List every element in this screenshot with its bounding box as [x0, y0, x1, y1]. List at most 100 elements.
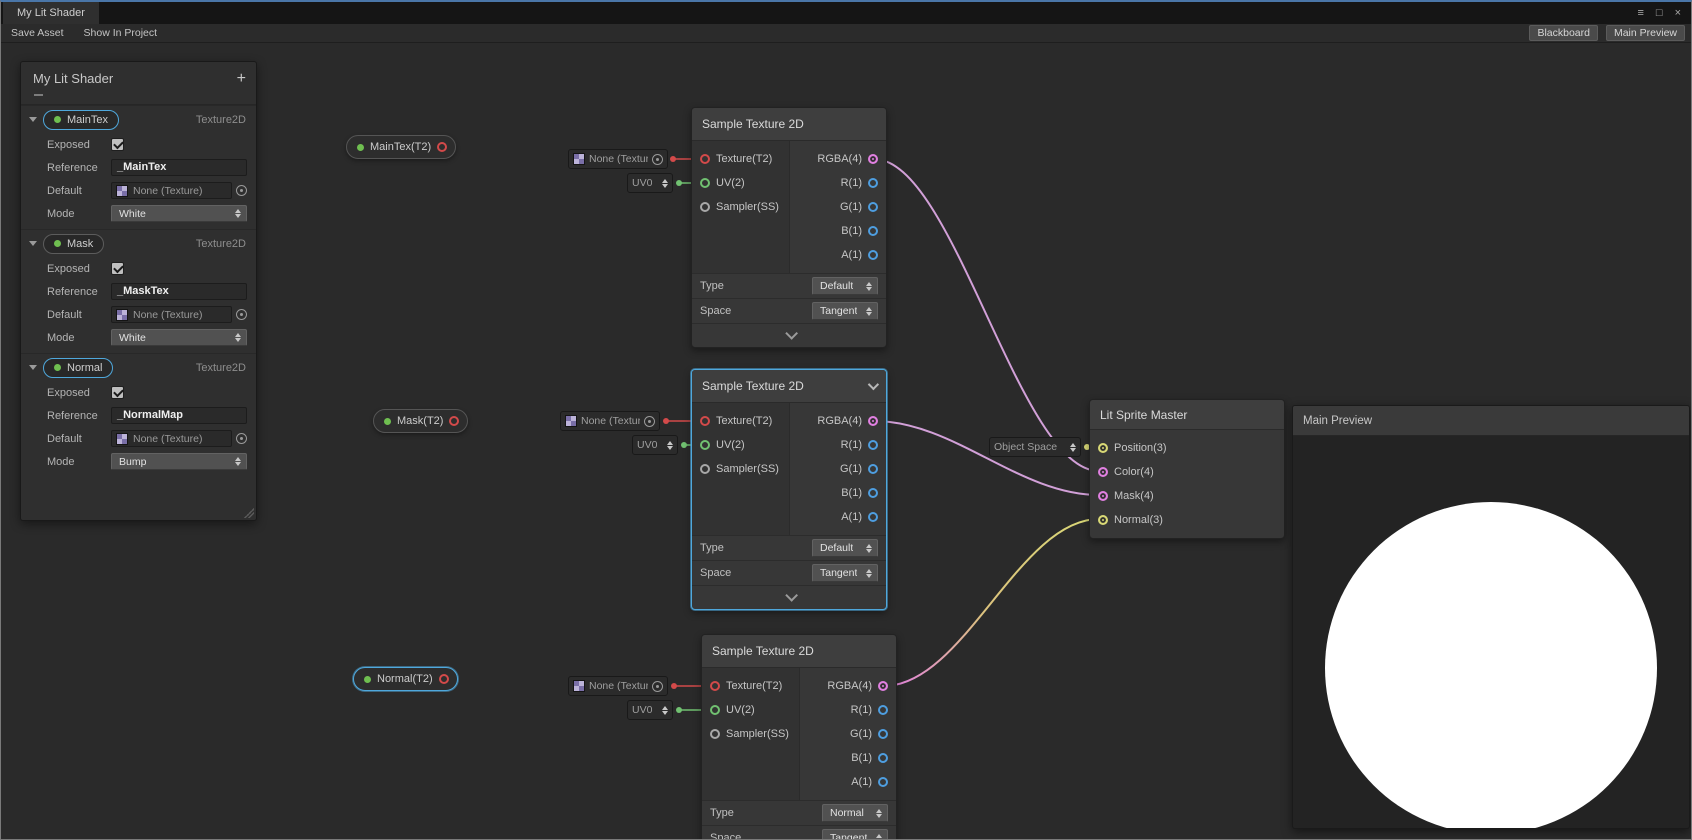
object-picker-icon[interactable] — [236, 185, 247, 196]
rgba-output-port[interactable] — [878, 681, 888, 691]
space-dropdown[interactable]: Tangent — [812, 302, 878, 320]
sampler-input-port[interactable] — [710, 729, 720, 739]
default-object-field[interactable]: None (Texture) — [111, 430, 232, 447]
object-picker-icon[interactable] — [644, 416, 655, 427]
tab-my-lit-shader[interactable]: My Lit Shader — [3, 2, 99, 24]
color-input-port[interactable] — [1098, 467, 1108, 477]
sampler-input-port[interactable] — [700, 202, 710, 212]
reference-field[interactable]: _MainTex — [111, 159, 247, 176]
main-preview-toggle-button[interactable]: Main Preview — [1606, 25, 1685, 41]
b-output-port[interactable] — [868, 488, 878, 498]
position-input-port[interactable] — [1098, 443, 1108, 453]
chevron-down-icon[interactable] — [868, 379, 879, 390]
object-picker-icon[interactable] — [236, 433, 247, 444]
r-output-port[interactable] — [868, 178, 878, 188]
exposed-checkbox[interactable] — [111, 138, 124, 151]
sample-texture-2d-node-1[interactable]: Sample Texture 2D Texture(T2) UV(2) Samp… — [691, 107, 887, 348]
property-pill-mask[interactable]: Mask — [43, 234, 104, 254]
mask-input-port[interactable] — [1098, 491, 1108, 501]
sampler-input-port[interactable] — [700, 464, 710, 474]
texture-slot-widget[interactable]: None (Texture) — [568, 149, 668, 169]
r-output-port[interactable] — [868, 440, 878, 450]
property-row[interactable]: MainTex Texture2D — [21, 106, 256, 133]
exposed-checkbox[interactable] — [111, 386, 124, 399]
uv-channel-dropdown[interactable]: UV0 — [632, 435, 678, 455]
type-dropdown[interactable]: Default — [812, 539, 878, 557]
property-row[interactable]: Normal Texture2D — [21, 354, 256, 381]
texture-input-port[interactable] — [700, 416, 710, 426]
normal-input-port[interactable] — [1098, 515, 1108, 525]
texture-input-port[interactable] — [700, 154, 710, 164]
foldout-caret-icon[interactable] — [29, 365, 37, 370]
position-space-dropdown[interactable]: Object Space — [989, 437, 1081, 457]
preview-sphere — [1325, 502, 1657, 829]
rgba-output-port[interactable] — [868, 154, 878, 164]
default-object-field[interactable]: None (Texture) — [111, 182, 232, 199]
foldout-caret-icon[interactable] — [29, 117, 37, 122]
uv-channel-dropdown[interactable]: UV0 — [627, 173, 673, 193]
save-asset-button[interactable]: Save Asset — [7, 26, 68, 40]
texture-slot-widget[interactable]: None (Texture) — [560, 411, 660, 431]
mode-label: Mode — [47, 456, 107, 468]
reference-field[interactable]: _MaskTex — [111, 283, 247, 300]
sample-texture-2d-node-3[interactable]: Sample Texture 2D Texture(T2) UV(2) Samp… — [701, 634, 897, 839]
mode-dropdown[interactable]: White — [111, 329, 247, 346]
default-object-field[interactable]: None (Texture) — [111, 306, 232, 323]
a-output-port[interactable] — [878, 777, 888, 787]
r-output-port[interactable] — [878, 705, 888, 715]
blackboard-toggle-button[interactable]: Blackboard — [1529, 25, 1598, 41]
property-pill-normal[interactable]: Normal — [43, 358, 113, 378]
property-node-mask[interactable]: Mask(T2) — [373, 409, 468, 433]
object-picker-icon[interactable] — [652, 681, 663, 692]
property-pill-maintex[interactable]: MainTex — [43, 110, 119, 130]
blackboard-resize-grip[interactable] — [244, 508, 254, 518]
space-dropdown[interactable]: Tangent — [822, 829, 888, 839]
property-name: MainTex — [67, 114, 108, 126]
lit-sprite-master-node[interactable]: Lit Sprite Master Position(3) Color(4) M… — [1089, 399, 1285, 539]
sample-texture-2d-node-2[interactable]: Sample Texture 2D Texture(T2) UV(2) Samp… — [691, 369, 887, 610]
space-dropdown[interactable]: Tangent — [812, 564, 878, 582]
window-menu-icon[interactable]: ≡ — [1637, 7, 1643, 19]
a-output-port[interactable] — [868, 512, 878, 522]
expand-preview-button[interactable] — [692, 323, 886, 347]
object-picker-icon[interactable] — [236, 309, 247, 320]
blackboard-panel[interactable]: My Lit Shader + MainTex Texture2D Expose… — [20, 61, 257, 521]
property-row[interactable]: Mask Texture2D — [21, 230, 256, 257]
foldout-caret-icon[interactable] — [29, 241, 37, 246]
expand-preview-button[interactable] — [692, 585, 886, 609]
object-picker-icon[interactable] — [652, 154, 663, 165]
texture-slot-widget[interactable]: None (Texture) — [568, 676, 668, 696]
type-dropdown[interactable]: Default — [812, 277, 878, 295]
add-property-button[interactable]: + — [237, 71, 246, 87]
uv-input-port[interactable] — [710, 705, 720, 715]
texture-output-port[interactable] — [439, 674, 449, 684]
g-output-port[interactable] — [868, 202, 878, 212]
texture-input-port[interactable] — [710, 681, 720, 691]
reference-field[interactable]: _NormalMap — [111, 407, 247, 424]
graph-canvas[interactable]: My Lit Shader + MainTex Texture2D Expose… — [1, 44, 1691, 839]
mode-dropdown[interactable]: White — [111, 205, 247, 222]
a-output-port[interactable] — [868, 250, 878, 260]
mode-dropdown[interactable]: Bump — [111, 453, 247, 470]
maximize-icon[interactable]: □ — [1656, 7, 1663, 19]
uv-channel-dropdown[interactable]: UV0 — [627, 700, 673, 720]
show-in-project-button[interactable]: Show In Project — [80, 26, 162, 40]
dropdown-arrows-icon — [871, 809, 882, 818]
g-output-port[interactable] — [868, 464, 878, 474]
property-node-maintex[interactable]: MainTex(T2) — [346, 135, 456, 159]
rgba-output-port[interactable] — [868, 416, 878, 426]
exposed-checkbox[interactable] — [111, 262, 124, 275]
property-node-normal[interactable]: Normal(T2) — [353, 667, 458, 691]
b-output-port[interactable] — [868, 226, 878, 236]
g-output-port[interactable] — [878, 729, 888, 739]
main-preview-panel[interactable]: Main Preview — [1292, 405, 1690, 829]
texture-output-port[interactable] — [449, 416, 459, 426]
uv-input-port[interactable] — [700, 440, 710, 450]
b-output-port[interactable] — [878, 753, 888, 763]
dropdown-arrows-icon — [1068, 443, 1076, 452]
type-dropdown[interactable]: Normal — [822, 804, 888, 822]
uv-input-port[interactable] — [700, 178, 710, 188]
close-icon[interactable]: × — [1675, 7, 1681, 19]
dropdown-arrows-icon — [861, 307, 872, 316]
texture-output-port[interactable] — [437, 142, 447, 152]
